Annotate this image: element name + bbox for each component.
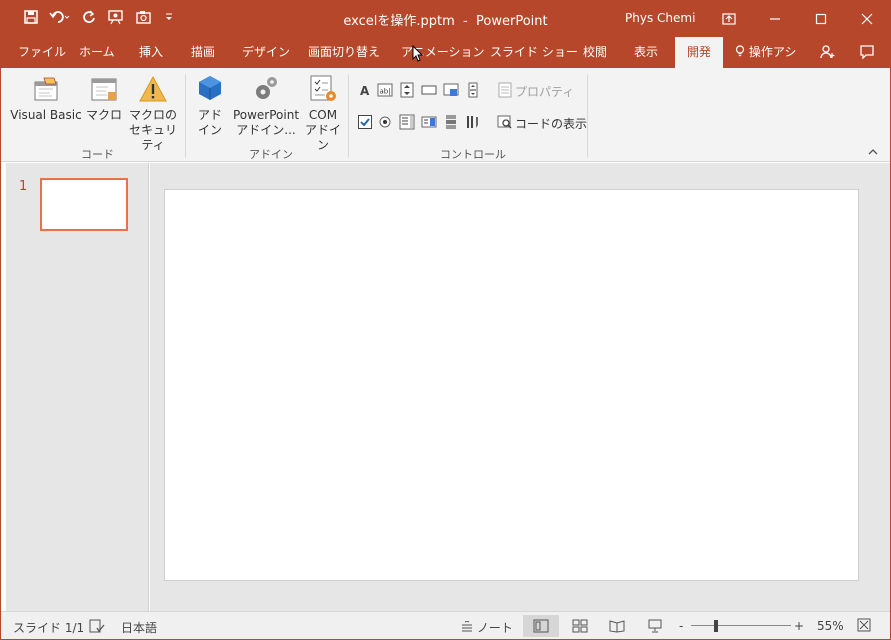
accessibility-icon[interactable] [89, 618, 105, 637]
zoom-slider-thumb[interactable] [714, 620, 718, 632]
macro-label: マクロ [85, 108, 122, 122]
properties-icon [497, 82, 513, 98]
share-icon[interactable] [819, 44, 835, 60]
svg-text:ab|: ab| [380, 88, 391, 96]
addins-label-2: イン [197, 123, 222, 137]
addins-label-1: アド [197, 108, 222, 122]
window-controls [706, 1, 890, 37]
option-button-control-icon[interactable] [377, 114, 393, 130]
command-button-control-icon[interactable] [421, 82, 437, 98]
file-name: excelを操作.pptm [343, 14, 455, 29]
slide-info: スライド 1/1 [13, 621, 85, 635]
powerpoint-window: excelを操作.pptm - PowerPoint Phys Chemi ファ… [0, 0, 891, 640]
ribbon-display-options-icon[interactable] [706, 1, 752, 37]
tab-transitions[interactable]: 画面切り替え [308, 37, 380, 68]
close-icon[interactable] [844, 1, 890, 37]
lightbulb-icon [735, 45, 749, 59]
properties-button[interactable]: プロパティ [515, 83, 574, 100]
language[interactable]: 日本語 [121, 619, 157, 636]
slideshow-view-icon[interactable] [637, 615, 673, 637]
tab-file[interactable]: ファイル [18, 37, 66, 68]
listbox-control-icon[interactable] [399, 114, 415, 130]
tab-design[interactable]: デザイン [242, 37, 290, 68]
addins-icon [194, 74, 226, 104]
tab-developer[interactable]: 開発 [675, 37, 724, 68]
zoom-slider[interactable] [691, 625, 791, 626]
warning-icon [137, 74, 169, 104]
macro-security-button[interactable]: マクロの セキュリティ [125, 74, 181, 153]
slide-sorter-icon[interactable] [562, 615, 598, 637]
code-group-label: コード [81, 148, 114, 161]
zoom-level[interactable]: 55% [817, 619, 844, 633]
powerpoint-addins-label-1: PowerPoint [232, 108, 300, 122]
slide-thumbnails-pane: 1 [6, 163, 149, 611]
view-code-icon [497, 114, 513, 130]
slide-canvas[interactable] [164, 189, 859, 581]
combobox-control-icon[interactable] [421, 114, 437, 130]
zoom-out-button[interactable]: - [679, 619, 683, 633]
macro-security-label-1: マクロの [128, 108, 177, 122]
toggle-button-control-icon[interactable] [443, 114, 459, 130]
com-addins-label-2: アドイン [304, 123, 341, 152]
zoom-in-button[interactable]: + [794, 619, 804, 633]
ribbon-tabs: ファイル ホーム 挿入 描画 デザイン 画面切り替え アニメーション スライド … [1, 37, 890, 68]
tab-draw[interactable]: 描画 [191, 37, 215, 68]
powerpoint-addins-button[interactable]: PowerPoint アドイン... [231, 74, 301, 138]
addins-group-label: アドイン [249, 148, 293, 161]
image-control-icon[interactable] [443, 82, 459, 98]
com-addins-label-1: COM [308, 108, 338, 122]
normal-view-icon[interactable] [523, 615, 559, 637]
powerpoint-addins-label-2: アドイン... [236, 123, 296, 137]
macro-security-label-2: セキュリティ [128, 123, 177, 152]
comments-icon[interactable] [859, 44, 875, 60]
reading-view-icon[interactable] [599, 615, 635, 637]
label-control-icon[interactable]: A [357, 82, 373, 98]
slide-thumbnail[interactable] [40, 178, 128, 231]
spin-control-icon[interactable] [399, 82, 415, 98]
view-code-button[interactable]: コードの表示 [515, 115, 587, 132]
visual-basic-icon [30, 74, 62, 104]
collapse-ribbon-icon[interactable] [868, 148, 878, 159]
status-bar: スライド 1/1 日本語 ノート - + 55% [1, 611, 890, 639]
ribbon: Visual Basic マクロ マクロの セキュリティ コード アド イン P… [1, 68, 890, 162]
svg-text:A: A [360, 84, 370, 98]
tab-insert[interactable]: 挿入 [139, 37, 163, 68]
tab-home[interactable]: ホーム [79, 37, 115, 68]
title-bar: excelを操作.pptm - PowerPoint Phys Chemi [1, 1, 890, 37]
notes-label: ノート [476, 621, 513, 635]
notes-button[interactable]: ノート [461, 619, 513, 636]
tab-tell-me[interactable]: 操作アシ [735, 37, 803, 68]
visual-basic-button[interactable]: Visual Basic [10, 74, 82, 123]
com-addins-icon [307, 74, 339, 104]
slide-editor [150, 163, 890, 611]
tell-me-label: 操作アシ [748, 45, 797, 59]
scrollbar-control-icon[interactable] [465, 82, 481, 98]
notes-icon [461, 620, 477, 635]
more-controls-icon[interactable] [465, 114, 481, 130]
tab-view[interactable]: 表示 [634, 37, 658, 68]
checkbox-control-icon[interactable] [357, 114, 373, 130]
maximize-icon[interactable] [798, 1, 844, 37]
addins-button[interactable]: アド イン [194, 74, 226, 138]
com-addins-button[interactable]: COM アドイン [303, 74, 343, 153]
macro-button[interactable]: マクロ [85, 74, 123, 123]
fit-to-window-icon[interactable] [857, 618, 871, 635]
title-separator: - [463, 14, 468, 29]
visual-basic-label: Visual Basic [10, 108, 82, 122]
ribbon-separator [587, 74, 588, 158]
ribbon-separator [348, 74, 349, 158]
app-name: PowerPoint [476, 14, 548, 29]
gear-icon [250, 74, 282, 104]
tab-slideshow[interactable]: スライド ショー [490, 37, 578, 68]
tab-review[interactable]: 校閲 [583, 37, 607, 68]
textbox-control-icon[interactable]: ab| [377, 82, 393, 98]
controls-group-label: コントロール [440, 148, 506, 161]
mouse-cursor-icon [412, 44, 424, 66]
ribbon-separator [185, 74, 186, 158]
slide-number: 1 [19, 179, 28, 194]
user-name[interactable]: Phys Chemi [625, 11, 695, 25]
minimize-icon[interactable] [752, 1, 798, 37]
macro-icon [88, 74, 120, 104]
